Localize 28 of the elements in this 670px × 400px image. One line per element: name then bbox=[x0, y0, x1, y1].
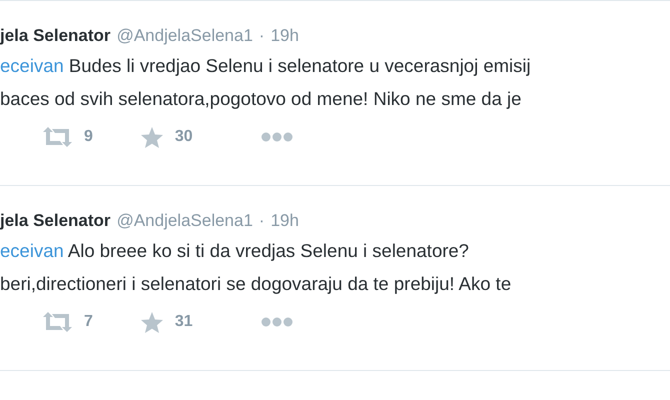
mention-link[interactable]: eceivan bbox=[0, 240, 64, 261]
user-handle[interactable]: @AndjelaSelena1 bbox=[116, 23, 253, 49]
timestamp[interactable]: 19h bbox=[270, 208, 299, 234]
favorite-button[interactable]: 30 bbox=[140, 125, 193, 149]
star-icon bbox=[140, 312, 163, 332]
retweet-icon bbox=[43, 312, 72, 332]
timestamp[interactable]: 19h bbox=[270, 23, 299, 49]
retweet-button[interactable]: 7 bbox=[43, 310, 93, 334]
favorite-button[interactable]: 31 bbox=[140, 310, 193, 334]
favorite-count: 30 bbox=[174, 127, 193, 147]
star-icon bbox=[140, 126, 163, 148]
separator-dot: · bbox=[258, 210, 265, 232]
author-name[interactable]: jela Selenator bbox=[0, 23, 111, 49]
more-icon[interactable] bbox=[260, 316, 293, 327]
tweet-text: beri,directioneri i selenatori se dogovaraju da te prebiju! Ako te bbox=[0, 272, 512, 296]
more-icon[interactable] bbox=[260, 132, 293, 142]
favorite-count: 31 bbox=[174, 312, 193, 332]
user-handle[interactable]: @AndjelaSelena1 bbox=[116, 208, 253, 234]
tweet-text: baces od svih selenatora,pogotovo od mene! Niko ne sme da je bbox=[0, 87, 522, 111]
retweet-count: 7 bbox=[84, 312, 93, 332]
retweet-icon bbox=[43, 127, 72, 147]
tweet-text: Budes li vredjao Selenu i selenatore u vecerasnjoj emisij bbox=[68, 55, 531, 76]
separator-dot: · bbox=[258, 25, 265, 47]
mention-link[interactable]: eceivan bbox=[0, 55, 64, 76]
retweet-button[interactable]: 9 bbox=[43, 125, 93, 149]
retweet-count: 9 bbox=[84, 127, 93, 147]
author-name[interactable]: jela Selenator bbox=[0, 208, 111, 234]
tweet-text: Alo breee ko si ti da vredjas Selenu i selenatore? bbox=[68, 240, 469, 261]
